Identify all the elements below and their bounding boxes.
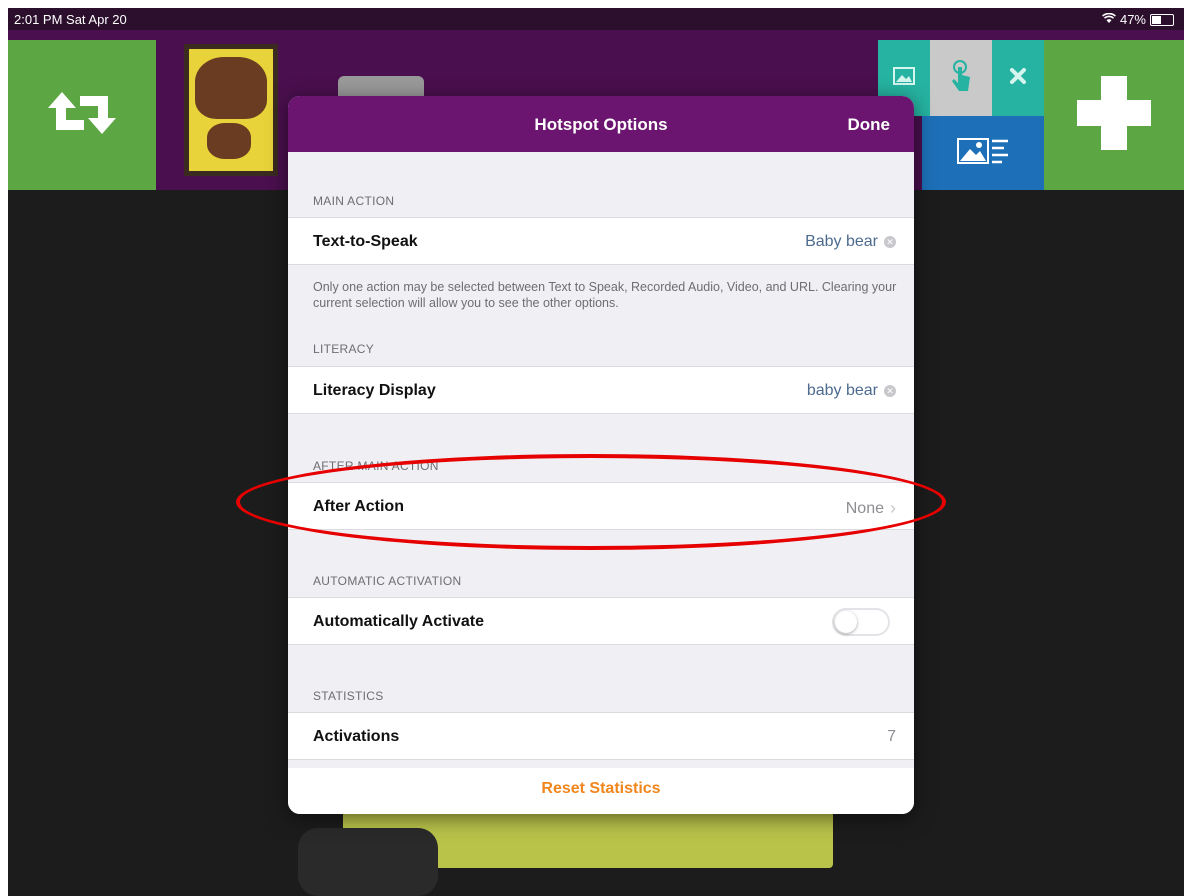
text-to-speak-label: Text-to-Speak — [313, 233, 418, 250]
wifi-icon — [1102, 12, 1116, 27]
ipad-screen: 2:01 PM Sat Apr 20 47% Hotspot Options D… — [8, 8, 1184, 896]
background-hand — [298, 828, 438, 896]
battery-percent: 47% — [1119, 12, 1146, 27]
popover-title: Hotspot Options — [534, 115, 668, 134]
hand-pointer-icon — [948, 59, 974, 98]
after-action-label: After Action — [313, 498, 404, 515]
text-to-speak-row[interactable]: Text-to-Speak Baby bear ✕ — [288, 217, 914, 265]
done-button[interactable]: Done — [848, 115, 891, 135]
add-button[interactable] — [1044, 40, 1184, 190]
toggle-knob — [835, 611, 857, 633]
text-to-speak-value-group: Baby bear ✕ — [805, 233, 896, 251]
status-time: 2:01 PM Sat Apr 20 — [14, 12, 127, 27]
hotspot-options-popover: Hotspot Options Done MAIN ACTION Text-to… — [288, 96, 914, 814]
section-label-literacy: LITERACY — [313, 342, 375, 356]
text-to-speak-value: Baby bear — [805, 233, 878, 250]
status-bar: 2:01 PM Sat Apr 20 47% — [8, 8, 1184, 30]
section-label-automatic-activation: AUTOMATIC ACTIVATION — [313, 574, 462, 588]
book-cover-art — [189, 49, 273, 171]
status-right: 47% — [1102, 12, 1174, 27]
automatically-activate-label: Automatically Activate — [313, 613, 485, 630]
literacy-display-value: baby bear — [806, 382, 878, 399]
clear-text-icon[interactable]: ✕ — [884, 236, 896, 248]
activations-label: Activations — [313, 728, 400, 745]
reset-statistics-button[interactable]: Reset Statistics — [288, 780, 914, 798]
plus-icon — [1075, 74, 1153, 157]
bear-illustration — [195, 57, 267, 119]
section-label-statistics: STATISTICS — [313, 689, 384, 703]
literacy-display-value-group: baby bear ✕ — [807, 382, 896, 400]
main-action-note: Only one action may be selected between … — [313, 280, 897, 310]
after-action-row[interactable]: After Action None › — [288, 482, 914, 530]
activations-row: Activations 7 — [288, 712, 914, 760]
battery-level — [1152, 15, 1161, 24]
battery-icon — [1150, 13, 1174, 26]
swap-button[interactable] — [8, 40, 156, 190]
cub-illustration — [207, 123, 251, 159]
image-text-button[interactable] — [922, 116, 1044, 190]
section-label-after-main-action: AFTER MAIN ACTION — [313, 459, 439, 473]
after-action-value-group: None › — [846, 498, 896, 519]
automatically-activate-toggle[interactable] — [832, 608, 890, 636]
book-cover-thumbnail[interactable] — [184, 44, 278, 176]
popover-header: Hotspot Options Done — [288, 96, 914, 152]
chevron-right-icon: › — [890, 498, 896, 518]
literacy-display-label: Literacy Display — [313, 382, 436, 399]
image-text-icon — [956, 135, 1010, 172]
reset-statistics-row: Reset Statistics — [288, 768, 914, 814]
automatically-activate-row: Automatically Activate — [288, 597, 914, 645]
after-action-value: None — [845, 499, 884, 517]
close-icon — [1010, 67, 1026, 89]
literacy-display-row[interactable]: Literacy Display baby bear ✕ — [288, 366, 914, 414]
section-label-main-action: MAIN ACTION — [313, 194, 395, 208]
clear-literacy-icon[interactable]: ✕ — [884, 385, 896, 397]
activations-value: 7 — [887, 728, 896, 745]
repeat-icon — [44, 86, 120, 145]
close-hotspot-button[interactable] — [992, 40, 1044, 116]
hotspot-touch-button[interactable] — [930, 40, 992, 116]
image-crop-icon — [891, 65, 917, 92]
